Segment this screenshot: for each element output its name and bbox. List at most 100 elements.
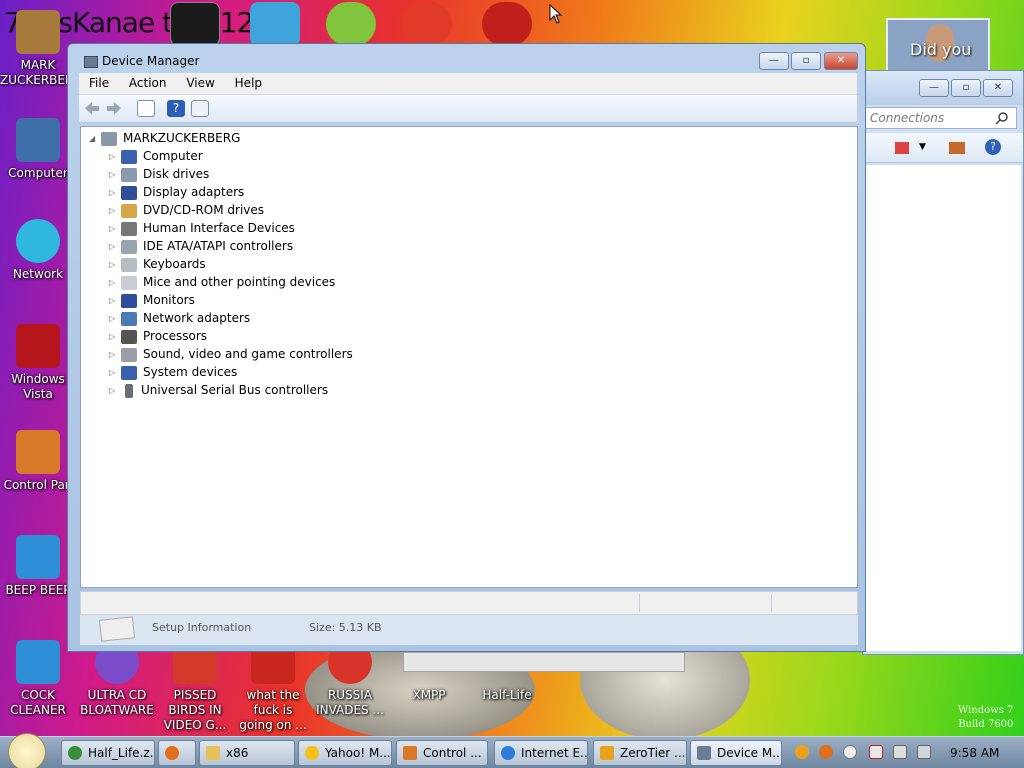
expand-icon[interactable]: ▷ (109, 364, 119, 382)
terminal-app-icon[interactable] (170, 2, 220, 46)
expand-icon[interactable]: ▷ (109, 238, 119, 256)
tree-node[interactable]: ▷ Human Interface Devices (109, 219, 295, 237)
taskbar-item[interactable]: Half_Life.z... (61, 740, 155, 766)
taskbar-item-label: ZeroTier ... (620, 746, 686, 760)
tree-node[interactable]: ▷ DVD/CD-ROM drives (109, 201, 264, 219)
taskbar-item[interactable] (158, 740, 196, 766)
search-icon[interactable] (995, 111, 1009, 125)
desktop-icon-computer[interactable]: Computer (0, 118, 76, 181)
close-button[interactable]: ✕ (983, 79, 1013, 97)
expand-icon[interactable]: ▷ (109, 148, 119, 166)
tree-node[interactable]: ▷ Mice and other pointing devices (109, 273, 335, 291)
tree-node[interactable]: ▷ Keyboards (109, 255, 206, 273)
menu-view[interactable]: View (176, 73, 220, 90)
help-icon[interactable]: ? (985, 139, 1001, 155)
expand-icon[interactable]: ▷ (109, 184, 119, 202)
tree-node[interactable]: ▷ Network adapters (109, 309, 250, 327)
taskbar-item[interactable]: Internet E... (494, 740, 588, 766)
expand-icon[interactable]: ▷ (109, 166, 119, 184)
tree-node[interactable]: ▷ Processors (109, 327, 207, 345)
details-name: Setup Information (152, 621, 252, 634)
network-tray-icon[interactable] (893, 745, 907, 759)
minimize-button[interactable]: — (759, 52, 789, 70)
search-tray-icon[interactable] (819, 745, 833, 759)
desktop-icon-cock-cleaner[interactable]: COCK CLEANER (0, 640, 76, 718)
desktop-icon-windows-vista[interactable]: Windows Vista (0, 324, 76, 402)
mouse-cursor-icon (549, 4, 563, 24)
taskbar-item[interactable]: ZeroTier ... (593, 740, 687, 766)
chevron-down-icon[interactable]: ▼ (919, 142, 926, 152)
device-tree[interactable]: ◢ MARKZUCKERBERG ▷ Computer ▷ Disk drives ▷… (80, 126, 858, 588)
tree-node[interactable]: ▷ Computer (109, 147, 203, 165)
properties-icon[interactable] (191, 100, 209, 117)
background-window[interactable]: — ▫ ✕ Connections ▼ ? (862, 70, 1024, 655)
taskbar-item[interactable]: Control ... (396, 740, 488, 766)
expand-icon[interactable]: ▷ (109, 346, 119, 364)
mail-icon[interactable] (949, 142, 965, 154)
forward-arrow-icon[interactable] (105, 100, 123, 117)
expand-icon[interactable]: ▷ (109, 274, 119, 292)
help-icon[interactable]: ? (167, 100, 185, 117)
taskbar-item-active[interactable]: Device M... (690, 740, 782, 766)
expand-icon[interactable]: ▷ (109, 202, 119, 220)
desktop-icon-label: COCK CLEANER (10, 688, 66, 717)
p-icon[interactable] (402, 2, 452, 46)
desktop-icon-beep-beep[interactable]: BEEP BEEP (0, 535, 76, 598)
expand-icon[interactable]: ▷ (109, 382, 119, 400)
background-window-caption[interactable]: — ▫ ✕ (863, 71, 1023, 105)
dev-cpp-icon[interactable] (482, 2, 532, 46)
pig-icon[interactable] (326, 2, 376, 46)
setup-info-icon (98, 616, 136, 642)
tree-node[interactable]: ▷ Monitors (109, 291, 195, 309)
monitor-icon (121, 293, 137, 308)
desktop-icon-control-panel[interactable]: Control Pan (0, 430, 76, 493)
tree-node[interactable]: ▷ IDE ATA/ATAPI controllers (109, 237, 293, 255)
desktop-icon-label: Half-Life (482, 688, 532, 702)
tree-node[interactable]: ▷ Sound, video and game controllers (109, 345, 353, 363)
tree-node-label: DVD/CD-ROM drives (143, 203, 265, 217)
minus-tray-icon[interactable] (843, 745, 857, 759)
taskbar-item-label: x86 (226, 746, 249, 760)
tree-node[interactable]: ▷ Display adapters (109, 183, 244, 201)
volume-tray-icon[interactable] (917, 745, 931, 759)
close-button[interactable]: ✕ (824, 52, 858, 70)
menu-file[interactable]: File (79, 73, 115, 90)
minimize-button[interactable]: — (919, 79, 949, 97)
taskbar-item[interactable]: Yahoo! M... (298, 740, 392, 766)
user-avatar: Did you (886, 18, 990, 72)
show-hide-tree-icon[interactable] (137, 100, 155, 117)
expand-icon[interactable]: ▷ (109, 292, 119, 310)
expand-icon[interactable]: ▷ (109, 328, 119, 346)
menu-action[interactable]: Action (119, 73, 173, 90)
desktop-icon-network[interactable]: Network (0, 219, 76, 282)
taskbar-clock[interactable]: 9:58 AM (950, 746, 999, 760)
tree-node[interactable]: ▷ Universal Serial Bus controllers (109, 381, 328, 399)
zerotier-tray-icon[interactable] (795, 745, 809, 759)
tree-node-label: Network adapters (143, 311, 251, 325)
collapse-icon[interactable]: ◢ (89, 130, 99, 148)
tree-node-label: IDE ATA/ATAPI controllers (143, 239, 294, 253)
tree-node-label: Mice and other pointing devices (143, 275, 336, 289)
app-icon[interactable] (250, 2, 300, 46)
tree-root[interactable]: ◢ MARKZUCKERBERG (89, 129, 240, 147)
background-window-toolbar: ▼ ? (863, 133, 1023, 163)
back-arrow-icon[interactable] (83, 100, 101, 117)
tree-node[interactable]: ▷ Disk drives (109, 165, 209, 183)
tree-node[interactable]: ▷ System devices (109, 363, 237, 381)
taskbar-item[interactable]: x86 (199, 740, 295, 766)
flag-tray-icon[interactable] (869, 745, 883, 759)
maximize-button[interactable]: ▫ (951, 79, 981, 97)
start-button[interactable] (8, 733, 46, 768)
expand-icon[interactable]: ▷ (109, 220, 119, 238)
maximize-button[interactable]: ▫ (791, 52, 821, 70)
desktop-icon-what-the[interactable]: what the fuck is going on ... (235, 640, 311, 733)
network-icon (16, 219, 60, 263)
expand-icon[interactable]: ▷ (109, 256, 119, 274)
desktop-icon-pissed-birds[interactable]: PISSED BIRDS IN VIDEO G... (157, 640, 233, 733)
processor-icon (121, 329, 137, 344)
menu-help[interactable]: Help (225, 73, 268, 90)
expand-icon[interactable]: ▷ (109, 310, 119, 328)
desktop-icon-mark-zuckerberg[interactable]: MARK ZUCKERBERG (0, 10, 83, 88)
view-icon[interactable] (895, 142, 909, 154)
device-manager-window[interactable]: Device Manager — ▫ ✕ File Action View He… (67, 43, 866, 652)
